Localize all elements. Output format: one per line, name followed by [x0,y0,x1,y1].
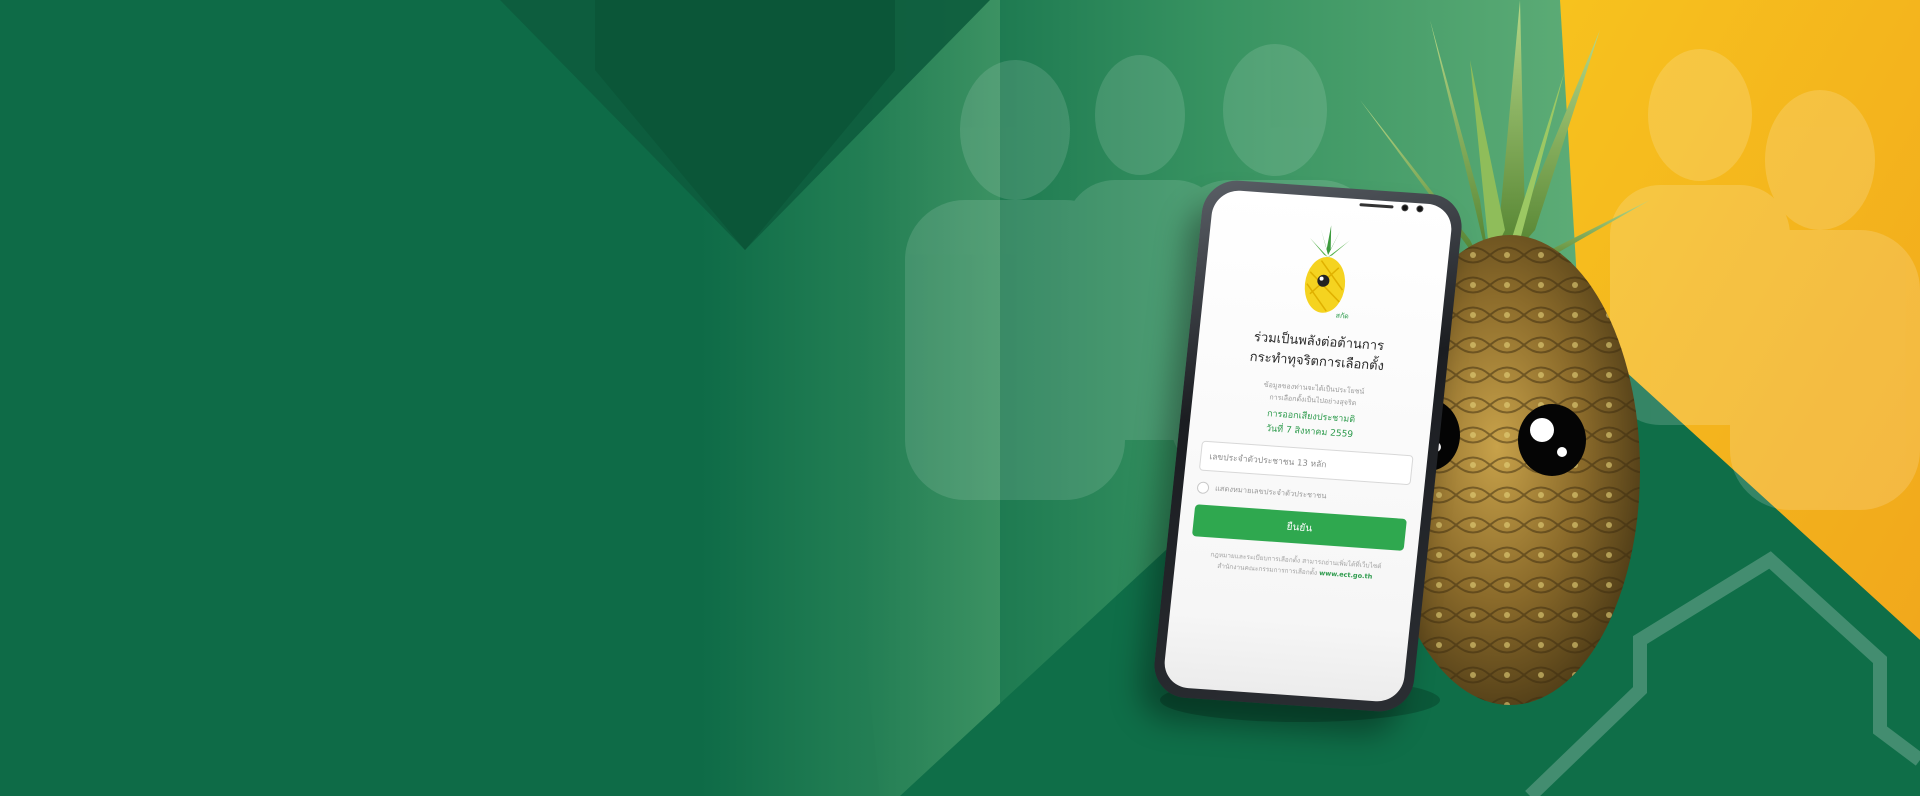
citizen-id-input[interactable]: เลขประจำตัวประชาชน 13 หลัก [1198,440,1414,486]
hero-banner: สกัด ร่วมเป็นพลังต่อต้านการ กระทำทุจริตก… [0,0,1920,796]
pineapple-logo-icon: สกัด [1304,225,1350,321]
speaker-icon [1359,202,1394,209]
camera-icon [1401,203,1409,212]
phone-screen: สกัด ร่วมเป็นพลังต่อต้านการ กระทำทุจริตก… [1162,188,1454,704]
headline: ร่วมเป็นพลังต่อต้านการ กระทำทุจริตการเลื… [1210,325,1426,380]
logo-caption: สกัด [1335,312,1349,321]
show-id-checkbox[interactable] [1196,481,1210,495]
footnote: กฎหมายและระเบียบการเลือกตั้ง สามารถอ่านเ… [1188,548,1402,585]
smartphone-mockup: สกัด ร่วมเป็นพลังต่อต้านการ กระทำทุจริตก… [1151,178,1465,714]
sensor-icon [1416,204,1424,213]
phone-camera-bar [1253,190,1424,216]
citizen-id-placeholder: เลขประจำตัวประชาชน 13 หลัก [1208,452,1327,471]
show-id-label: แสดงหมายเลขประจำตัวประชาชน [1214,483,1327,501]
ect-website-link[interactable]: www.ect.go.th [1319,569,1373,581]
confirm-button[interactable]: ยืนยัน [1191,504,1407,551]
